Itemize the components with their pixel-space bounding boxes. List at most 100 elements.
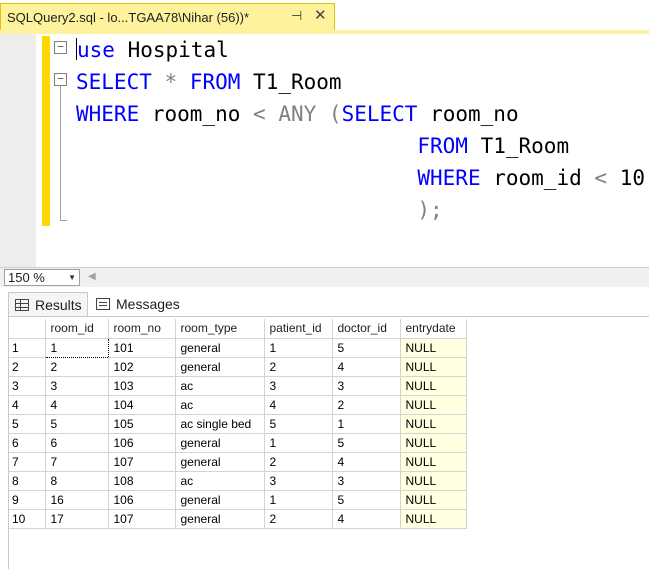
table-row[interactable]: 6 6 106 general 1 5 NULL [9,433,467,453]
code-line[interactable]: FROM T1_Room [76,130,645,162]
cell-patient_id[interactable]: 3 [264,376,333,396]
cell-room_id[interactable]: 3 [45,376,109,396]
cell-room_type[interactable]: ac [175,376,265,396]
cell-room_id[interactable]: 7 [45,452,109,472]
cell-room_no[interactable]: 104 [108,395,176,415]
cell-room_type[interactable]: general [175,357,265,377]
cell-patient_id[interactable]: 3 [264,471,333,491]
row-number[interactable]: 7 [9,452,46,472]
tab-results[interactable]: Results [8,292,88,316]
cell-patient_id[interactable]: 4 [264,395,333,415]
cell-room_type[interactable]: general [175,509,265,529]
cell-room_id[interactable]: 6 [45,433,109,453]
table-row[interactable]: 1 1 101 general 1 5 NULL [9,337,467,358]
cell-patient_id[interactable]: 5 [264,414,333,434]
row-number[interactable]: 4 [9,395,46,415]
table-row[interactable]: 2 2 102 general 2 4 NULL [9,357,467,377]
cell-doctor_id[interactable]: 5 [332,338,401,358]
close-icon[interactable]: ✕ [314,6,327,24]
row-number-header[interactable] [9,319,46,339]
cell-doctor_id[interactable]: 4 [332,509,401,529]
cell-patient_id[interactable]: 2 [264,357,333,377]
cell-entrydate[interactable]: NULL [400,414,467,434]
table-row[interactable]: 7 7 107 general 2 4 NULL [9,452,467,472]
code-line[interactable]: ); [76,194,645,226]
cell-room_type[interactable]: ac [175,471,265,491]
cell-room_id[interactable]: 5 [45,414,109,434]
cell-patient_id[interactable]: 1 [264,490,333,510]
results-grid[interactable]: room_id room_no room_type patient_id doctor_… [8,316,649,569]
cell-entrydate[interactable]: NULL [400,338,467,358]
row-number[interactable]: 5 [9,414,46,434]
cell-doctor_id[interactable]: 5 [332,433,401,453]
row-number[interactable]: 3 [9,376,46,396]
table-row[interactable]: 10 17 107 general 2 4 NULL [9,509,467,529]
cell-room_type[interactable]: general [175,490,265,510]
cell-doctor_id[interactable]: 1 [332,414,401,434]
cell-room_no[interactable]: 106 [108,490,176,510]
cell-doctor_id[interactable]: 4 [332,452,401,472]
row-number[interactable]: 6 [9,433,46,453]
scroll-left-icon[interactable]: ◀ [88,271,96,282]
column-header-entrydate[interactable]: entrydate [400,319,467,339]
table-row[interactable]: 9 16 106 general 1 5 NULL [9,490,467,510]
cell-room_type[interactable]: ac single bed [175,414,265,434]
column-header-room_type[interactable]: room_type [175,319,265,339]
cell-doctor_id[interactable]: 5 [332,490,401,510]
pin-icon[interactable]: ⊣ [291,8,302,24]
collapse-icon[interactable]: − [54,41,67,54]
cell-doctor_id[interactable]: 2 [332,395,401,415]
cell-room_no[interactable]: 103 [108,376,176,396]
cell-room_no[interactable]: 101 [108,338,176,358]
cell-room_id[interactable]: 8 [45,471,109,491]
cell-entrydate[interactable]: NULL [400,490,467,510]
code-line[interactable]: WHERE room_no < ANY (SELECT room_no [76,98,645,130]
cell-room_id[interactable]: 2 [45,357,109,377]
cell-room_id[interactable]: 17 [45,509,109,529]
cell-entrydate[interactable]: NULL [400,376,467,396]
cell-patient_id[interactable]: 2 [264,509,333,529]
cell-entrydate[interactable]: NULL [400,452,467,472]
query-tab[interactable]: SQLQuery2.sql - lo...TGAA78\Nihar (56))*… [0,3,335,30]
row-number[interactable]: 2 [9,357,46,377]
cell-entrydate[interactable]: NULL [400,357,467,377]
row-number[interactable]: 10 [9,509,46,529]
cell-patient_id[interactable]: 1 [264,338,333,358]
cell-patient_id[interactable]: 1 [264,433,333,453]
cell-entrydate[interactable]: NULL [400,509,467,529]
table-row[interactable]: 8 8 108 ac 3 3 NULL [9,471,467,491]
cell-room_type[interactable]: general [175,433,265,453]
code-line[interactable]: WHERE room_id < 10 [76,162,645,194]
column-header-room_no[interactable]: room_no [108,319,176,339]
table-row[interactable]: 3 3 103 ac 3 3 NULL [9,376,467,396]
cell-room_no[interactable]: 102 [108,357,176,377]
table-row[interactable]: 5 5 105 ac single bed 5 1 NULL [9,414,467,434]
column-header-doctor_id[interactable]: doctor_id [332,319,401,339]
tab-messages[interactable]: Messages [90,292,182,316]
column-header-patient_id[interactable]: patient_id [264,319,333,339]
cell-room_id[interactable]: 16 [45,490,109,510]
cell-room_id[interactable]: 4 [45,395,109,415]
code-area[interactable]: use Hospital SELECT * FROM T1_Room WHERE r… [76,34,645,226]
cell-room_no[interactable]: 105 [108,414,176,434]
row-number[interactable]: 8 [9,471,46,491]
column-header-room_id[interactable]: room_id [45,319,109,339]
cell-room_no[interactable]: 108 [108,471,176,491]
sql-editor[interactable]: − − use Hospital SELECT * FROM T1_Room WHE… [0,34,649,267]
cell-patient_id[interactable]: 2 [264,452,333,472]
cell-room_no[interactable]: 107 [108,452,176,472]
cell-entrydate[interactable]: NULL [400,395,467,415]
cell-room_type[interactable]: ac [175,395,265,415]
code-line[interactable]: SELECT * FROM T1_Room [76,66,645,98]
row-number[interactable]: 1 [9,338,46,358]
cell-entrydate[interactable]: NULL [400,433,467,453]
table-row[interactable]: 4 4 104 ac 4 2 NULL [9,395,467,415]
cell-room_no[interactable]: 106 [108,433,176,453]
cell-doctor_id[interactable]: 3 [332,376,401,396]
cell-room_no[interactable]: 107 [108,509,176,529]
cell-doctor_id[interactable]: 4 [332,357,401,377]
cell-entrydate[interactable]: NULL [400,471,467,491]
code-line[interactable]: use Hospital [76,34,645,66]
cell-room_type[interactable]: general [175,338,265,358]
cell-room_id[interactable]: 1 [44,337,109,358]
